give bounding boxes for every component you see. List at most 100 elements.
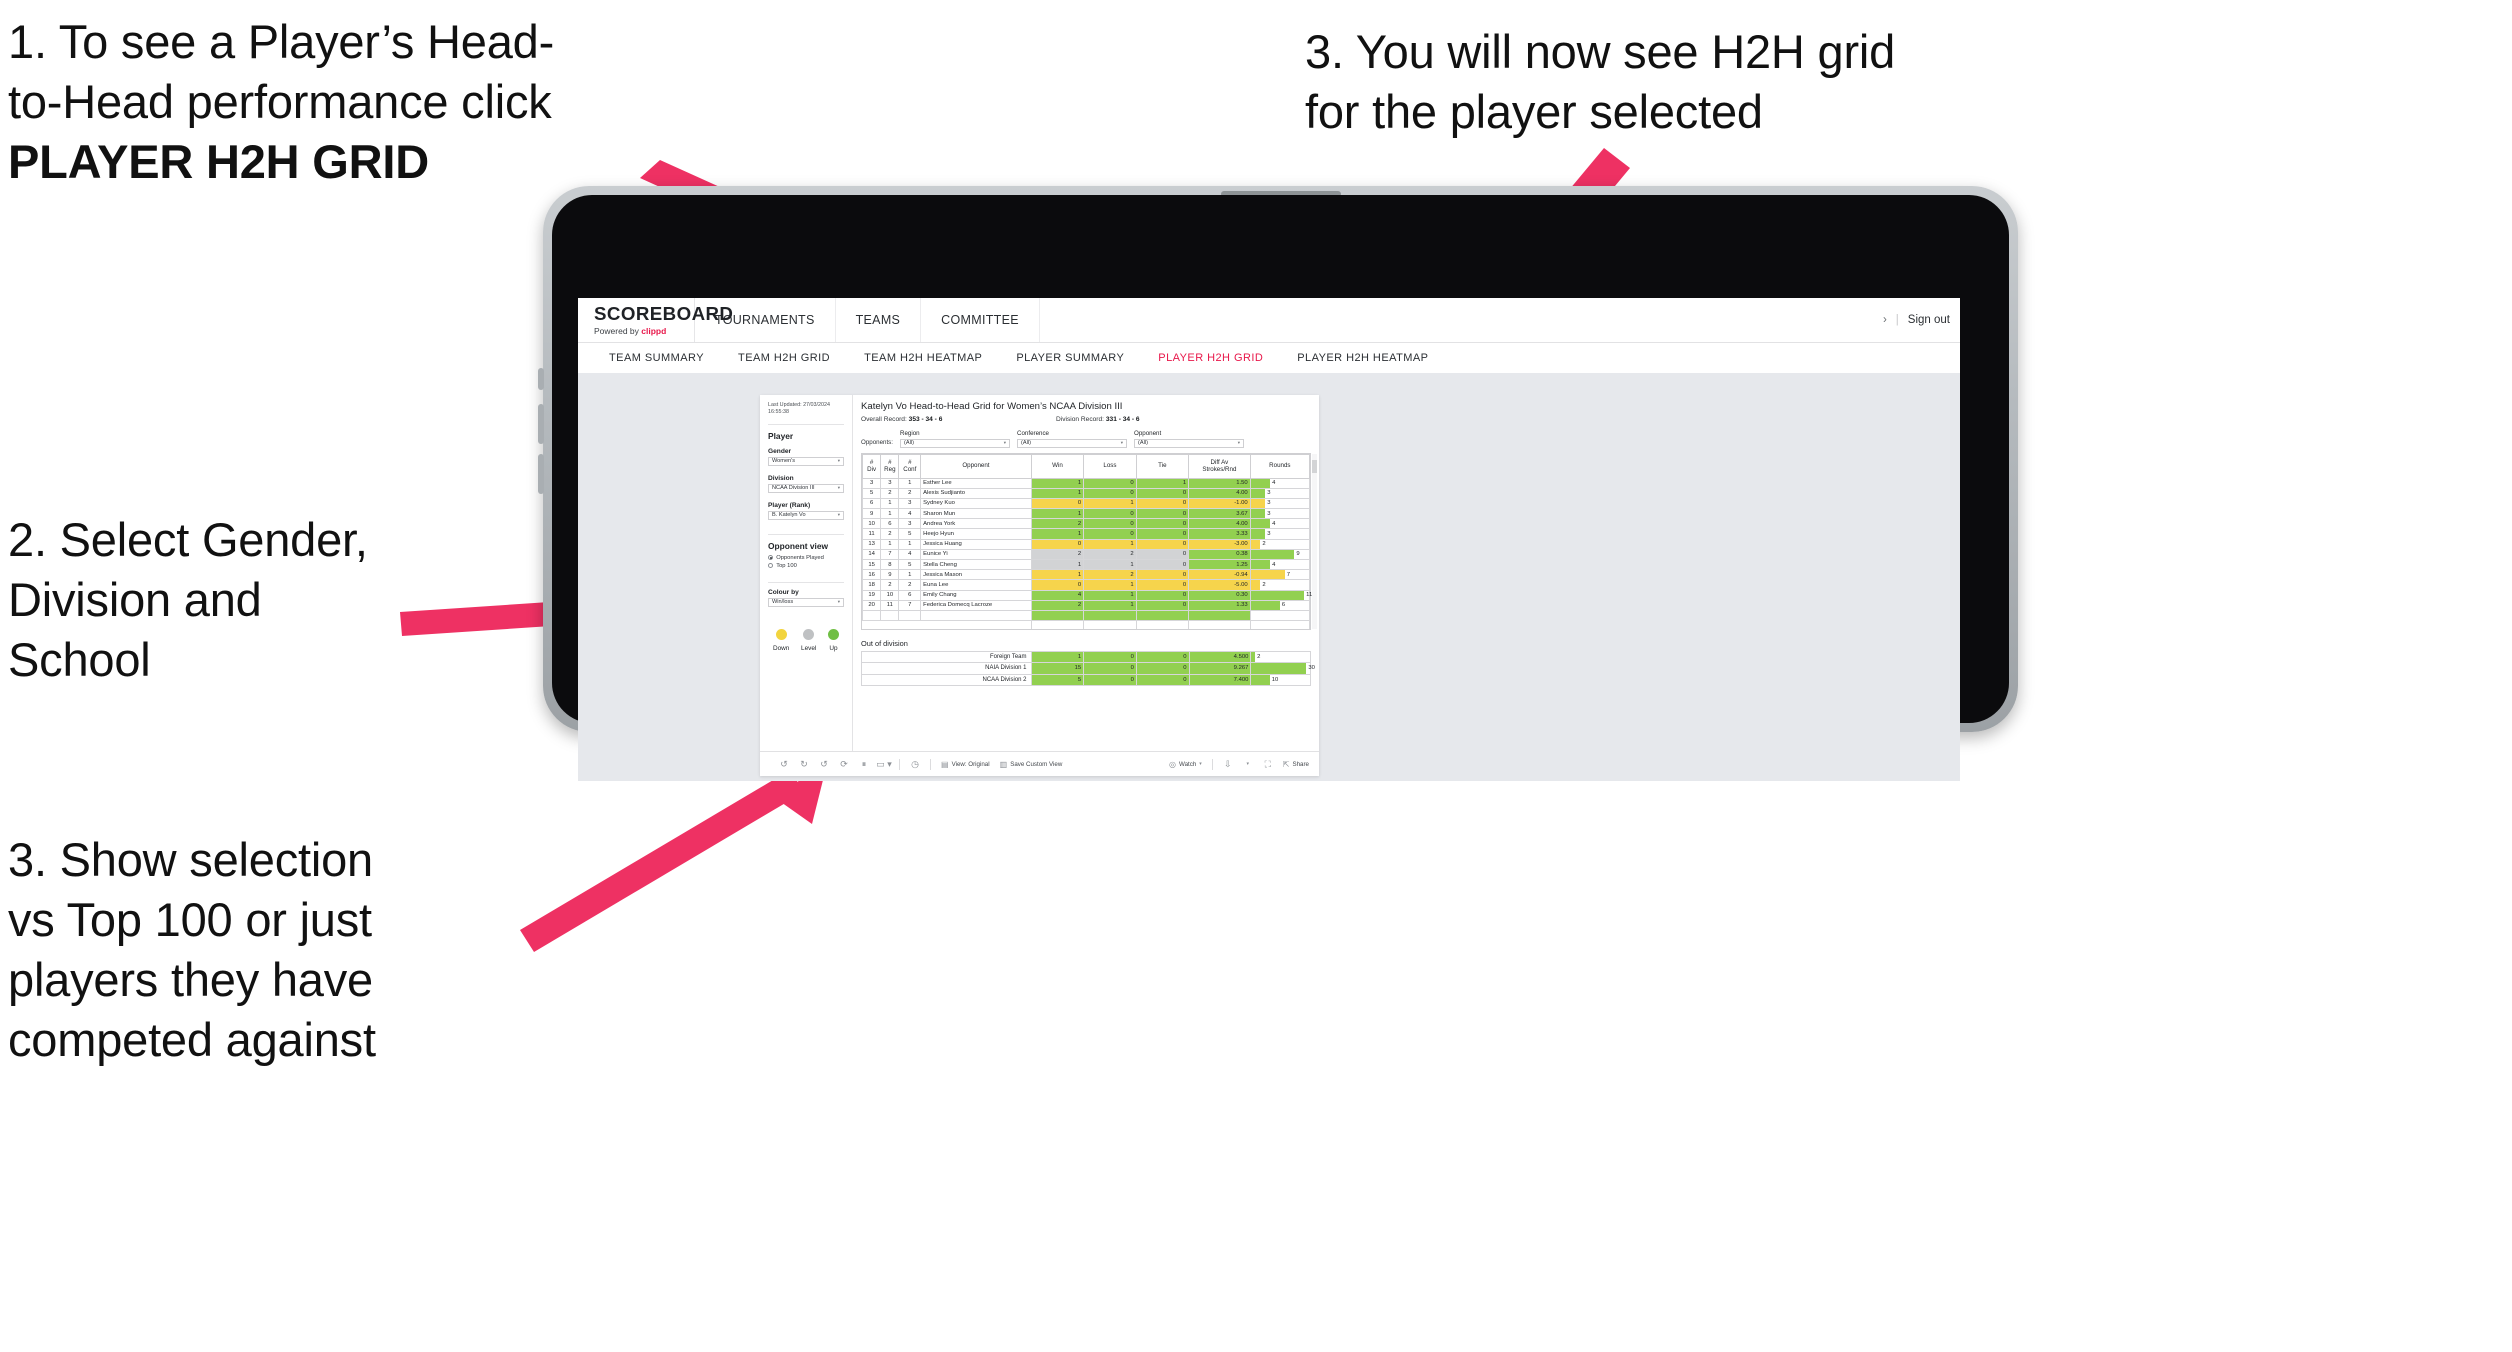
region-select[interactable]: (All) ▾	[900, 438, 1010, 448]
share-icon: ⇱	[1282, 759, 1290, 769]
tablet-button-volume-up	[538, 404, 544, 444]
top-nav-committee[interactable]: COMMITTEE	[921, 298, 1040, 342]
cell-rounds: 4	[1249, 558, 1311, 571]
app-header: SCOREBOARD Powered by clippd TOURNAMENTS…	[578, 298, 1960, 343]
tab-team-h2h-heatmap[interactable]: TEAM H2H HEATMAP	[847, 352, 999, 364]
filter-pane: Last Updated: 27/03/2024 16:55:38 Player…	[760, 395, 853, 751]
records-row: Overall Record: 353 - 34 - 6 Division Re…	[861, 416, 1311, 423]
table-row[interactable]: 13 1 1 Jessica Huang 0 1 0 -3.00 2	[861, 538, 1311, 550]
out-of-division-row[interactable]: Foreign Team 1 0 0 4.500 2	[861, 650, 1311, 664]
table-row[interactable]: 10 6 3 Andrea York 2 0 0 4.00 4	[861, 518, 1311, 530]
out-of-division-table-wrap: Foreign Team 1 0 0 4.500 2 NAIA Division 1 15 0 0…	[861, 650, 1315, 687]
out-of-division-body: Foreign Team 1 0 0 4.500 2 NAIA Division 1 15 0 0…	[861, 650, 1315, 687]
pause-auto-update-icon[interactable]: ⏸	[854, 759, 874, 770]
opponent-filter: Opponent (All) ▾	[1134, 430, 1244, 448]
radio-top-100[interactable]: Top 100	[768, 563, 844, 569]
tab-player-h2h-heatmap[interactable]: PLAYER H2H HEATMAP	[1280, 352, 1445, 364]
cell-opponent: Jessica Mason	[920, 569, 1032, 581]
cell-diff: 4.00	[1188, 487, 1251, 499]
cell-tie: 0	[1135, 528, 1190, 540]
cell-reg: 7	[880, 548, 900, 561]
table-scrollbar[interactable]	[1312, 453, 1317, 629]
watch-label: Watch	[1178, 760, 1197, 768]
cell-reg: 1	[880, 538, 900, 550]
table-row[interactable]: 15 8 5 Stella Cheng 1 1 0 1.25 4	[861, 558, 1311, 571]
cell-diff: -0.94	[1188, 569, 1251, 581]
cell-win: 1	[1030, 528, 1085, 540]
table-scrollbar-thumb[interactable]	[1312, 459, 1317, 473]
view-original-button[interactable]: ▤ View: Original	[936, 760, 995, 769]
cell-opponent: Sydney Kuo	[920, 497, 1032, 510]
table-row[interactable]: 11 2 5 Heejo Hyun 1 0 0 3.33 3	[861, 528, 1311, 540]
cell-reg: 11	[880, 599, 900, 611]
table-row[interactable]: 9 1 4 Sharon Mun 1 0 0 3.67 3	[861, 508, 1311, 520]
opponent-select[interactable]: (All) ▾	[1134, 438, 1244, 448]
cell-opponent: Euna Lee	[920, 579, 1032, 591]
division-select[interactable]: NCAA Division III ▾	[768, 483, 844, 493]
tab-team-summary[interactable]: TEAM SUMMARY	[592, 352, 721, 364]
table-row[interactable]: 3 3 1 Esther Lee 1 0 1 1.50 4	[861, 477, 1311, 489]
cell-conf: 2	[898, 579, 922, 591]
table-header-reg: # Reg	[880, 453, 900, 479]
cell-label: Foreign Team	[861, 650, 1032, 664]
cell-diff: 3.67	[1188, 508, 1251, 520]
callout-step-3-top-line-1: 3. You will now see H2H grid	[1305, 25, 1896, 78]
table-row[interactable]: 18 2 2 Euna Lee 0 1 0 -5.00 2	[861, 579, 1311, 591]
view-label: View: Original	[951, 760, 990, 768]
top-nav-teams[interactable]: TEAMS	[836, 298, 922, 342]
tab-player-h2h-grid[interactable]: PLAYER H2H GRID	[1141, 352, 1280, 364]
gender-value: Women's	[772, 458, 796, 465]
cell-diff: 1.50	[1188, 477, 1251, 489]
table-row[interactable]: 20 11 7 Federica Domecq Lacroze 2 1 0 1.33 6	[861, 599, 1311, 611]
region-label: Region	[900, 430, 920, 437]
conference-select[interactable]: (All) ▾	[1017, 438, 1127, 448]
cell-div: 15	[861, 558, 882, 571]
radio-opponents-played[interactable]: Opponents Played	[768, 555, 844, 561]
fullscreen-icon[interactable]: ⛶	[1258, 759, 1278, 770]
gender-select[interactable]: Women's ▾	[768, 456, 844, 466]
colour-by-label: Colour by	[768, 588, 799, 596]
tab-team-h2h-grid[interactable]: TEAM H2H GRID	[721, 352, 847, 364]
download-icon[interactable]: ⇩	[1218, 759, 1238, 770]
save-custom-view-button[interactable]: ▥ Save Custom View	[995, 760, 1068, 769]
cell-diff: 4.500	[1188, 650, 1252, 664]
redo-icon[interactable]: ↻	[794, 759, 814, 770]
app-logo[interactable]: SCOREBOARD Powered by clippd	[578, 298, 733, 342]
h2h-grid-table-wrap: # Div # Reg # Conf Opponent Win Loss Tie Diff Av St…	[861, 452, 1317, 630]
legend-dot-down	[775, 628, 787, 640]
chevron-down-icon[interactable]: ▾	[1238, 761, 1258, 767]
cell-win: 1	[1030, 558, 1085, 571]
sign-out-link[interactable]: Sign out	[1908, 314, 1950, 326]
player-rank-select[interactable]: B. Katelyn Vo ▾	[768, 510, 844, 520]
refresh-icon[interactable]: ⟳	[834, 759, 854, 770]
colour-by-select[interactable]: Win/loss ▾	[768, 597, 844, 607]
cell-conf: 5	[898, 558, 922, 571]
cell-diff: 0.30	[1188, 589, 1251, 601]
cell-diff: 1.33	[1188, 599, 1251, 611]
out-of-division-row[interactable]: NAIA Division 1 15 0 0 9.267 30	[861, 662, 1315, 675]
cell-rounds-value: 3	[1267, 490, 1271, 497]
table-row[interactable]: 16 9 1 Jessica Mason 1 2 0 -0.94 7	[861, 569, 1311, 581]
callout-step-1-line-2: to-Head performance click	[8, 75, 552, 129]
cell-diff: -3.00	[1188, 538, 1251, 550]
cell-tie: 0	[1135, 579, 1190, 591]
divider	[768, 423, 844, 425]
out-of-division-row[interactable]: NCAA Division 2 5 0 0 7.400 10	[861, 673, 1311, 687]
player-section-heading: Player	[768, 430, 794, 441]
cell-win: 5	[1030, 673, 1085, 687]
cell-conf: 4	[898, 508, 922, 520]
watch-button[interactable]: ◎ Watch ▾	[1164, 760, 1207, 769]
cell-win: 1	[1030, 569, 1085, 581]
tab-player-summary[interactable]: PLAYER SUMMARY	[999, 352, 1141, 364]
table-row[interactable]: 14 7 4 Eunice Yi 2 2 0 0.38 9	[861, 548, 1311, 561]
share-button[interactable]: ⇱ Share	[1278, 760, 1319, 769]
cell-loss: 0	[1083, 650, 1137, 664]
callout-step-2-line-2: Division and	[8, 573, 262, 627]
clock-history-icon[interactable]: ◷	[905, 759, 925, 770]
filter-dropdown-icon[interactable]: ▭ ▾	[874, 759, 894, 770]
table-row[interactable]: 5 2 2 Alexis Sudjianto 1 0 0 4.00 3	[861, 487, 1311, 499]
table-row[interactable]: 6 1 3 Sydney Kuo 0 1 0 -1.00 3	[861, 497, 1311, 510]
revert-icon[interactable]: ↺	[814, 759, 834, 770]
table-row[interactable]: 19 10 6 Emily Chang 4 1 0 0.30 11	[861, 589, 1312, 601]
undo-icon[interactable]: ↺	[774, 759, 794, 770]
